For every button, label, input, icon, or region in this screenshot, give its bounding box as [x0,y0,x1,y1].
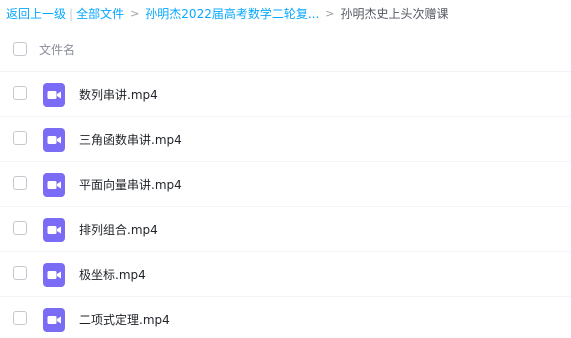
file-list-header: 文件名 [0,27,571,72]
video-file-icon [43,83,65,107]
file-checkbox[interactable] [13,176,27,190]
video-file-icon [43,263,65,287]
file-name[interactable]: 三角函数串讲.mp4 [79,131,182,148]
file-row[interactable]: 排列组合.mp4 [0,207,571,252]
file-row[interactable]: 数列串讲.mp4 [0,72,571,117]
select-all-checkbox[interactable] [13,42,27,56]
file-row[interactable]: 平面向量串讲.mp4 [0,162,571,207]
file-name[interactable]: 数列串讲.mp4 [79,86,158,103]
column-header-filename: 文件名 [39,42,76,57]
breadcrumb-all-files[interactable]: 全部文件 [76,5,124,22]
video-file-icon [43,173,65,197]
breadcrumb-divider: | [69,6,74,21]
file-list: 数列串讲.mp4 三角函数串讲.mp4 平面向量串讲.mp4 排列组合.mp4 … [0,72,571,338]
breadcrumb: 返回上一级 | 全部文件 > 孙明杰2022届高考数学二轮复... > 孙明杰史… [0,0,571,27]
file-checkbox[interactable] [13,131,27,145]
file-name[interactable]: 极坐标.mp4 [79,266,146,283]
file-name[interactable]: 平面向量串讲.mp4 [79,176,182,193]
file-row[interactable]: 极坐标.mp4 [0,252,571,297]
breadcrumb-folder[interactable]: 孙明杰2022届高考数学二轮复... [145,5,319,22]
video-file-icon [43,218,65,242]
breadcrumb-separator: > [130,7,140,20]
file-row[interactable]: 二项式定理.mp4 [0,297,571,338]
back-link[interactable]: 返回上一级 [6,5,66,22]
file-name[interactable]: 二项式定理.mp4 [79,311,170,328]
breadcrumb-current: 孙明杰史上头次赠课 [340,7,449,21]
file-checkbox[interactable] [13,221,27,235]
file-checkbox[interactable] [13,266,27,280]
video-file-icon [43,128,65,152]
file-browser: 返回上一级 | 全部文件 > 孙明杰2022届高考数学二轮复... > 孙明杰史… [0,0,571,338]
file-checkbox[interactable] [13,86,27,100]
breadcrumb-separator: > [325,7,335,20]
file-name[interactable]: 排列组合.mp4 [79,221,158,238]
file-checkbox[interactable] [13,311,27,325]
video-file-icon [43,308,65,332]
file-row[interactable]: 三角函数串讲.mp4 [0,117,571,162]
